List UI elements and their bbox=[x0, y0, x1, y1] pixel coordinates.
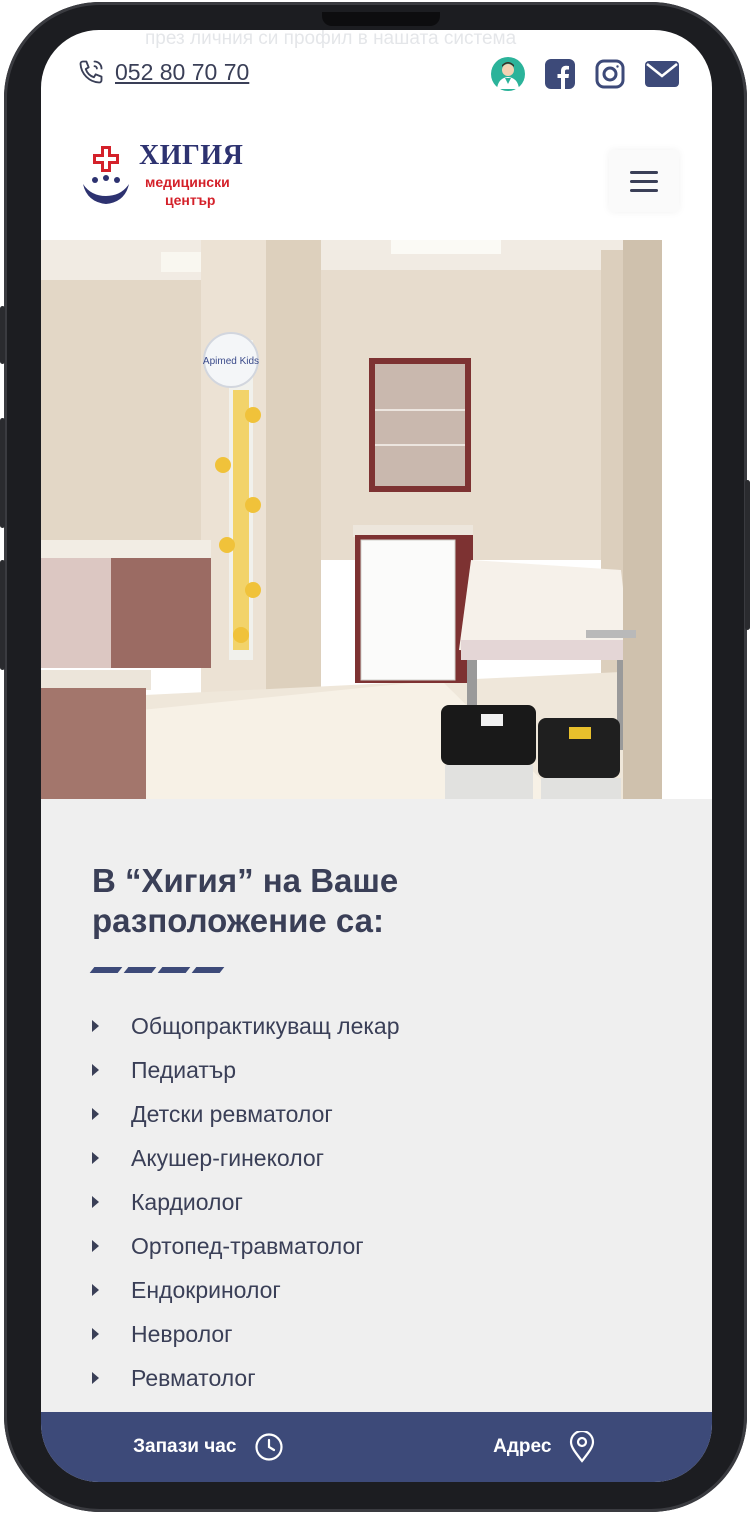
photo-sign-text: Apimed Kids bbox=[203, 356, 259, 367]
banner-text: през личния си профил в нашата система bbox=[145, 30, 517, 49]
instagram-icon[interactable] bbox=[594, 58, 626, 90]
phone-side-button bbox=[745, 480, 750, 630]
list-item: Ортопед-травматолог bbox=[92, 1231, 400, 1275]
clinic-room-photo: Apimed Kids bbox=[41, 240, 662, 799]
clock-icon bbox=[254, 1432, 284, 1462]
list-item-label: Общопрактикуващ лекар bbox=[131, 1013, 400, 1039]
list-item: Ендокринолог bbox=[92, 1275, 400, 1319]
caret-right-icon bbox=[92, 1152, 99, 1164]
caret-right-icon bbox=[92, 1196, 99, 1208]
list-item-label: Ревматолог bbox=[131, 1365, 256, 1391]
menu-bar-icon bbox=[630, 188, 658, 192]
bottom-action-bar: Запази час Адрес bbox=[41, 1412, 712, 1482]
phone-side-button bbox=[0, 306, 5, 364]
caret-right-icon bbox=[92, 1240, 99, 1252]
list-item: Детски ревматолог bbox=[92, 1099, 400, 1143]
logo-subtitle-line1: медицински bbox=[145, 174, 230, 190]
logo-subtitle-line2: център bbox=[165, 192, 216, 208]
caret-right-icon bbox=[92, 1020, 99, 1032]
list-item: Кардиолог bbox=[92, 1187, 400, 1231]
site-logo[interactable]: ХИГИЯ медицински център bbox=[81, 140, 246, 218]
facebook-icon[interactable] bbox=[544, 58, 576, 90]
social-links bbox=[490, 56, 680, 92]
caret-right-icon bbox=[92, 1284, 99, 1296]
phone-side-button bbox=[0, 560, 5, 670]
list-item-label: Детски ревматолог bbox=[131, 1101, 333, 1127]
logo-emblem-icon bbox=[83, 146, 129, 204]
map-pin-icon bbox=[569, 1431, 595, 1463]
doctor-avatar-icon[interactable] bbox=[490, 56, 526, 92]
menu-bar-icon bbox=[630, 179, 658, 183]
list-item-label: Ортопед-травматолог bbox=[131, 1233, 364, 1259]
list-item-label: Невролог bbox=[131, 1321, 233, 1347]
logo-name: ХИГИЯ bbox=[139, 140, 244, 171]
caret-right-icon bbox=[92, 1328, 99, 1340]
list-item: Акушер-гинеколог bbox=[92, 1143, 400, 1187]
phone-side-button bbox=[0, 418, 5, 528]
heading-divider bbox=[89, 967, 225, 973]
caret-right-icon bbox=[92, 1372, 99, 1384]
list-item-label: Ендокринолог bbox=[131, 1277, 281, 1303]
list-item-label: Педиатър bbox=[131, 1057, 237, 1083]
phone-notch bbox=[322, 12, 440, 26]
specialists-section: В “Хигия” на Ваше разположение са: Общоп… bbox=[41, 799, 712, 1419]
caret-right-icon bbox=[92, 1108, 99, 1120]
address-label: Адрес bbox=[493, 1436, 552, 1457]
book-appointment-button[interactable]: Запази час bbox=[41, 1412, 377, 1482]
specialists-list: Общопрактикуващ лекар Педиатър Детски ре… bbox=[92, 1011, 400, 1407]
caret-right-icon bbox=[92, 1064, 99, 1076]
menu-bar-icon bbox=[630, 170, 658, 174]
list-item: Педиатър bbox=[92, 1055, 400, 1099]
phone-screen: през личния си профил в нашата система 0… bbox=[41, 30, 712, 1482]
mail-icon[interactable] bbox=[644, 60, 680, 88]
list-item: Невролог bbox=[92, 1319, 400, 1363]
address-button[interactable]: Адрес bbox=[377, 1412, 713, 1482]
hamburger-menu-button[interactable] bbox=[609, 150, 679, 212]
list-item-label: Кардиолог bbox=[131, 1189, 243, 1215]
section-heading: В “Хигия” на Ваше разположение са: bbox=[92, 862, 399, 939]
list-item: Общопрактикуващ лекар bbox=[92, 1011, 400, 1055]
phone-icon bbox=[77, 58, 105, 86]
list-item-label: Акушер-гинеколог bbox=[131, 1145, 325, 1171]
site-header: ХИГИЯ медицински център bbox=[41, 122, 712, 240]
phone-number-link[interactable]: 052 80 70 70 bbox=[115, 59, 249, 86]
list-item: Ревматолог bbox=[92, 1363, 400, 1407]
book-appointment-label: Запази час bbox=[133, 1436, 237, 1457]
phone-contact[interactable]: 052 80 70 70 bbox=[77, 58, 249, 86]
top-bar: 052 80 70 70 bbox=[41, 50, 712, 98]
